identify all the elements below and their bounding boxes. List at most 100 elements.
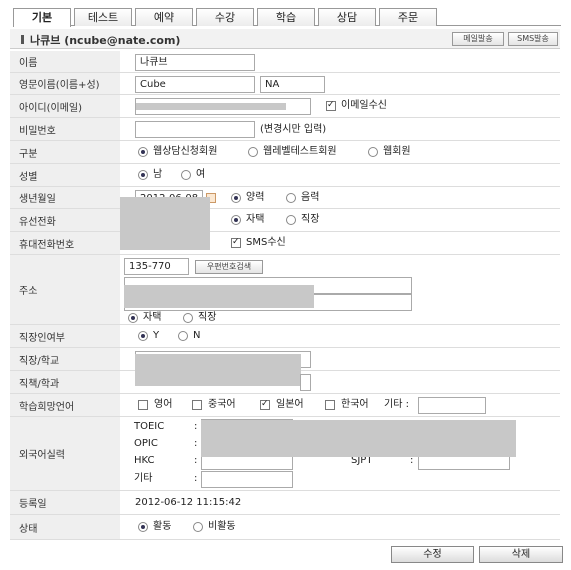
- label-reg-date: 등록일: [10, 491, 120, 514]
- phone-work-label: 직장: [301, 214, 320, 225]
- lang-chinese-checkbox[interactable]: [192, 400, 202, 410]
- test-opic-label: OPIC: [134, 438, 158, 449]
- sms-receive-checkbox[interactable]: [231, 237, 241, 248]
- address-work-label: 직장: [198, 312, 217, 323]
- zipcode-input[interactable]: 135-770: [124, 258, 189, 275]
- type-web-consult-radio[interactable]: [138, 147, 148, 157]
- colon: :: [194, 473, 198, 484]
- lunar-calendar-radio[interactable]: [286, 193, 296, 203]
- position-input[interactable]: [300, 374, 311, 391]
- member-form: 이름 나큐브 영문이름(이름+성) Cube NA 아이디(이메일) 이메일수신…: [10, 51, 560, 540]
- tab-consult[interactable]: 상담: [318, 8, 376, 26]
- lunar-label: 음력: [301, 192, 320, 203]
- type-option-1: 웹상담신청회원: [153, 146, 218, 157]
- row-status: 상태 활동 비활동: [10, 515, 560, 540]
- employed-yes-radio[interactable]: [138, 331, 148, 341]
- send-sms-button[interactable]: SMS발송: [508, 32, 558, 46]
- gender-male-radio[interactable]: [138, 170, 148, 180]
- address-home-radio[interactable]: [128, 313, 138, 323]
- colon: :: [194, 455, 198, 466]
- row-gender: 성별 남 여: [10, 164, 560, 187]
- label-status: 상태: [10, 515, 120, 539]
- lang-english-label: 영어: [154, 399, 173, 410]
- test-hkc-label: HKC: [134, 455, 155, 466]
- label-company: 직장/학교: [10, 348, 120, 370]
- label-language: 학습희망언어: [10, 394, 120, 416]
- type-option-3: 웹회원: [383, 146, 411, 157]
- test-etc-input[interactable]: [201, 471, 293, 488]
- sms-receive-label: SMS수신: [246, 237, 286, 248]
- status-active-radio[interactable]: [138, 522, 148, 532]
- gender-female-radio[interactable]: [181, 170, 191, 180]
- phone-home-label: 자택: [246, 214, 265, 225]
- tab-reservation[interactable]: 예약: [135, 8, 193, 26]
- label-birth: 생년월일: [10, 187, 120, 208]
- zipcode-search-button[interactable]: 우편번호검색: [195, 260, 263, 274]
- solar-calendar-radio[interactable]: [231, 193, 241, 203]
- address-work-radio[interactable]: [183, 313, 193, 323]
- phone-home-radio[interactable]: [231, 215, 241, 225]
- employed-no-radio[interactable]: [178, 331, 188, 341]
- employed-yes-label: Y: [153, 330, 160, 341]
- lang-etc-input[interactable]: [418, 397, 486, 414]
- row-type: 구분 웹상담신청회원 웹레벨테스트회원 웹회원: [10, 141, 560, 164]
- colon: :: [194, 438, 198, 449]
- lang-chinese-label: 중국어: [208, 399, 236, 410]
- redacted-scores: [201, 420, 516, 457]
- gender-male-label: 남: [153, 169, 163, 180]
- type-web-member-radio[interactable]: [368, 147, 378, 157]
- lang-etc-label: 기타 :: [384, 399, 409, 410]
- password-hint: (변경시만 입력): [260, 124, 327, 135]
- first-name-input[interactable]: Cube: [135, 76, 255, 93]
- row-foreign: 외국어실력 TOEIC : OPIC : HKC : SJPT : 기타 :: [10, 417, 560, 491]
- label-type: 구분: [10, 141, 120, 163]
- label-address: 주소: [10, 255, 120, 324]
- colon: :: [194, 421, 198, 432]
- test-toeic-label: TOEIC: [134, 421, 165, 432]
- lang-korean-checkbox[interactable]: [325, 400, 335, 410]
- delete-button[interactable]: 삭제: [479, 546, 563, 563]
- send-mail-button[interactable]: 메일발송: [452, 32, 504, 46]
- email-receive-checkbox[interactable]: [326, 100, 336, 111]
- tab-order[interactable]: 주문: [379, 8, 437, 26]
- phone-work-radio[interactable]: [286, 215, 296, 225]
- row-mobile: 휴대전화번호 SMS수신: [10, 232, 560, 255]
- redacted-phone-numbers: [120, 197, 210, 250]
- lang-japanese-checkbox[interactable]: [260, 399, 270, 410]
- tab-basic[interactable]: 기본: [13, 8, 71, 27]
- lang-english-checkbox[interactable]: [138, 400, 148, 410]
- label-foreign: 외국어실력: [10, 417, 120, 490]
- tab-study[interactable]: 학습: [257, 8, 315, 26]
- password-input[interactable]: [135, 121, 255, 138]
- tab-bar: 기본 테스트 예약 수강 학습 상담 주문: [13, 8, 561, 27]
- status-inactive-radio[interactable]: [193, 522, 203, 532]
- lang-japanese-label: 일본어: [276, 399, 304, 410]
- name-input[interactable]: 나큐브: [135, 54, 255, 71]
- row-name: 이름 나큐브: [10, 51, 560, 73]
- last-name-input[interactable]: NA: [260, 76, 325, 93]
- address-home-label: 자택: [143, 312, 162, 323]
- row-language: 학습희망언어 영어 중국어 일본어 한국어 기타 :: [10, 394, 560, 417]
- test-etc-label: 기타: [134, 473, 153, 484]
- row-address: 주소 135-770 우편번호검색 자택 직장: [10, 255, 560, 325]
- tab-test[interactable]: 테스트: [74, 8, 132, 26]
- row-reg-date: 등록일 2012-06-12 11:15:42: [10, 491, 560, 515]
- email-input[interactable]: [135, 98, 311, 115]
- email-receive-label: 이메일수신: [341, 100, 387, 111]
- edit-button[interactable]: 수정: [391, 546, 474, 563]
- tab-course[interactable]: 수강: [196, 8, 254, 26]
- label-employed: 직장인여부: [10, 325, 120, 347]
- header-bullet-icon: [21, 35, 24, 44]
- row-eng-name: 영문이름(이름+성) Cube NA: [10, 73, 560, 95]
- gender-female-label: 여: [196, 169, 206, 180]
- label-password: 비밀번호: [10, 118, 120, 140]
- redacted-address: [124, 285, 314, 308]
- type-web-level-test-radio[interactable]: [248, 147, 258, 157]
- status-inactive-label: 비활동: [208, 521, 236, 532]
- row-company: 직장/학교: [10, 348, 560, 386]
- type-option-2: 웹레벨테스트회원: [263, 146, 337, 157]
- row-user-id: 아이디(이메일) 이메일수신: [10, 95, 560, 118]
- member-header: 나큐브 (ncube@nate.com) 메일발송 SMS발송: [10, 29, 560, 49]
- label-phone: 유선전화: [10, 209, 120, 231]
- label-name: 이름: [10, 51, 120, 72]
